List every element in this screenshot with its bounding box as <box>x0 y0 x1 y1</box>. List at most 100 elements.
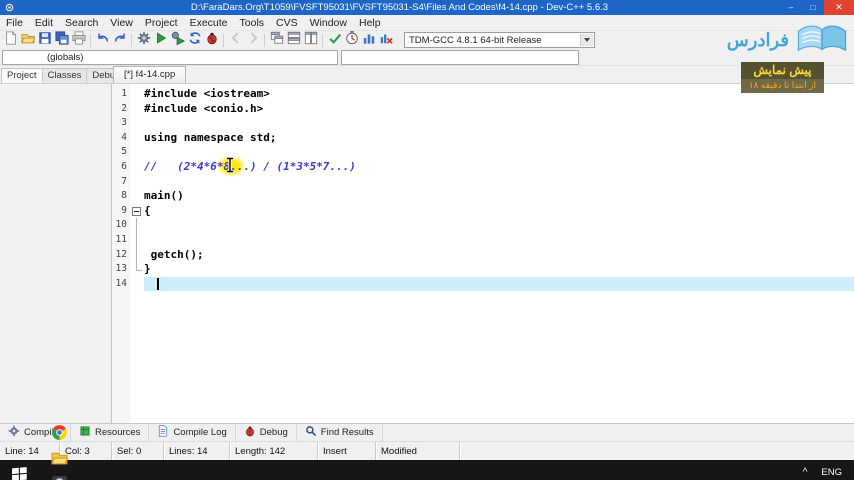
code-line[interactable]: 11 <box>112 232 854 248</box>
window-cascade-icon <box>270 31 284 50</box>
minimize-button[interactable]: – <box>780 0 802 15</box>
titlebar[interactable]: D:\FaraDars.Org\T1059\FVSFT95031\FVSFT95… <box>0 0 854 15</box>
open-button[interactable] <box>19 32 36 48</box>
window-tile-horizontal-icon <box>287 31 301 50</box>
fold-marker[interactable] <box>130 204 144 219</box>
menu-help[interactable]: Help <box>353 15 387 30</box>
menu-window[interactable]: Window <box>304 15 353 30</box>
bottom-tab-find-results[interactable]: Find Results <box>297 424 383 441</box>
compile-run-button[interactable] <box>169 31 186 48</box>
line-number[interactable]: 12 <box>112 248 130 263</box>
code-line[interactable]: 3 <box>112 116 854 131</box>
undo-button[interactable] <box>94 32 111 48</box>
line-number[interactable]: 1 <box>112 87 130 102</box>
window-tile-horizontal-button[interactable] <box>285 31 302 50</box>
run-icon <box>154 31 168 50</box>
bottom-tab-compile-log[interactable]: Compile Log <box>149 424 236 441</box>
menu-search[interactable]: Search <box>59 15 104 30</box>
toolbar-separator <box>223 33 224 47</box>
window-cascade-button[interactable] <box>268 31 285 50</box>
compiler-profile-select[interactable]: TDM-GCC 4.8.1 64-bit Release <box>404 32 595 48</box>
line-number[interactable]: 11 <box>112 233 130 248</box>
menu-view[interactable]: View <box>104 15 139 30</box>
line-number[interactable]: 10 <box>112 218 130 233</box>
taskbar-file-explorer[interactable] <box>38 448 80 473</box>
taskbar-apps <box>38 423 80 480</box>
language-indicator[interactable]: ENG <box>821 467 842 478</box>
line-number[interactable]: 13 <box>112 262 130 277</box>
menu-project[interactable]: Project <box>139 15 184 30</box>
start-button[interactable] <box>0 460 38 480</box>
save-button[interactable] <box>36 31 53 48</box>
window-tile-vertical-button[interactable] <box>302 31 319 48</box>
redo-icon <box>113 31 127 50</box>
print-button[interactable] <box>70 30 87 48</box>
sidebar-tabs: Project Classes Debug <box>0 68 127 83</box>
maximize-button[interactable]: □ <box>802 0 824 15</box>
code-line[interactable]: 10 <box>112 218 854 233</box>
close-button[interactable]: ✕ <box>824 0 854 15</box>
text-caret <box>157 277 159 290</box>
debug-button[interactable] <box>203 32 220 48</box>
new-file-button[interactable] <box>2 30 19 48</box>
chevron-down-icon <box>580 34 593 46</box>
line-number[interactable]: 3 <box>112 116 130 131</box>
bottom-tab-label: Debug <box>259 427 288 438</box>
rebuild-button[interactable] <box>186 31 203 48</box>
code-line[interactable]: 6 // (2*4*6*8...) / (1*3*5*7...) <box>112 160 854 175</box>
tab-f4-14-cpp[interactable]: [*] f4-14.cpp <box>113 66 187 83</box>
compiler-icon <box>8 425 20 440</box>
redo-button[interactable] <box>111 32 128 48</box>
code-line[interactable]: 13} <box>112 262 854 277</box>
code-line[interactable]: 5 <box>112 145 854 160</box>
run-button[interactable] <box>152 31 169 50</box>
code-line[interactable]: 8 main() <box>112 189 854 204</box>
line-number[interactable]: 14 <box>112 277 130 292</box>
taskbar-media-app[interactable] <box>38 473 80 480</box>
code-line[interactable]: 7 <box>112 175 854 190</box>
menu-file[interactable]: File <box>0 15 29 30</box>
menu-cvs[interactable]: CVS <box>270 15 304 30</box>
compile-button[interactable] <box>135 31 152 48</box>
code-line[interactable]: 12 getch(); <box>112 247 854 263</box>
line-number[interactable]: 2 <box>112 102 130 117</box>
window-title: D:\FaraDars.Org\T1059\FVSFT95031\FVSFT95… <box>190 2 609 13</box>
line-number[interactable]: 4 <box>112 131 130 146</box>
bottom-tab-label: Resources <box>95 427 141 438</box>
open-icon <box>20 31 35 50</box>
bottom-tab-debug[interactable]: Debug <box>236 424 297 441</box>
line-number[interactable]: 6 <box>112 160 130 175</box>
globals-select[interactable]: (globals) <box>2 49 338 65</box>
syntax-check-icon <box>328 31 342 50</box>
members-select[interactable] <box>341 49 579 65</box>
line-number[interactable]: 9 <box>112 204 130 219</box>
code-line[interactable]: 9{ <box>112 204 854 219</box>
code-text: // (2*4*6*8...) / (1*3*5*7...) <box>144 159 356 173</box>
sidebar-tab-project[interactable]: Project <box>1 68 43 83</box>
code-editor[interactable]: 1 #include <iostream> 2 #include <conio.h> 3… <box>112 84 854 423</box>
line-number[interactable]: 8 <box>112 189 130 204</box>
menu-edit[interactable]: Edit <box>29 15 59 30</box>
sidebar-tab-classes[interactable]: Classes <box>41 68 88 83</box>
taskbar-chrome[interactable] <box>38 423 80 448</box>
menu-tools[interactable]: Tools <box>234 15 271 30</box>
code-line[interactable]: 14 <box>112 276 854 292</box>
profile-button[interactable] <box>343 30 360 48</box>
syntax-check-button[interactable] <box>326 32 343 48</box>
bottom-tab-resources[interactable]: Resources <box>71 424 150 441</box>
code-line[interactable]: 2 #include <conio.h> <box>112 102 854 117</box>
statusbar: Line: 14 Col: 3 Sel: 0 Lines: 14 Length: 142… <box>0 441 854 460</box>
globals-value: (globals) <box>47 51 84 63</box>
windows-logo-icon <box>11 467 27 480</box>
menu-execute[interactable]: Execute <box>184 15 234 30</box>
line-number[interactable]: 5 <box>112 145 130 160</box>
profiling-chart-button[interactable] <box>360 32 377 48</box>
delete-profiling-button[interactable] <box>377 32 394 48</box>
bottom-tab-label: Find Results <box>320 427 374 438</box>
line-number[interactable]: 7 <box>112 175 130 190</box>
toolbar-icons <box>2 30 394 50</box>
code-line[interactable]: 4 using namespace std; <box>112 131 854 146</box>
tray-expand-button[interactable]: ^ <box>803 467 808 478</box>
save-all-button[interactable] <box>53 30 70 48</box>
